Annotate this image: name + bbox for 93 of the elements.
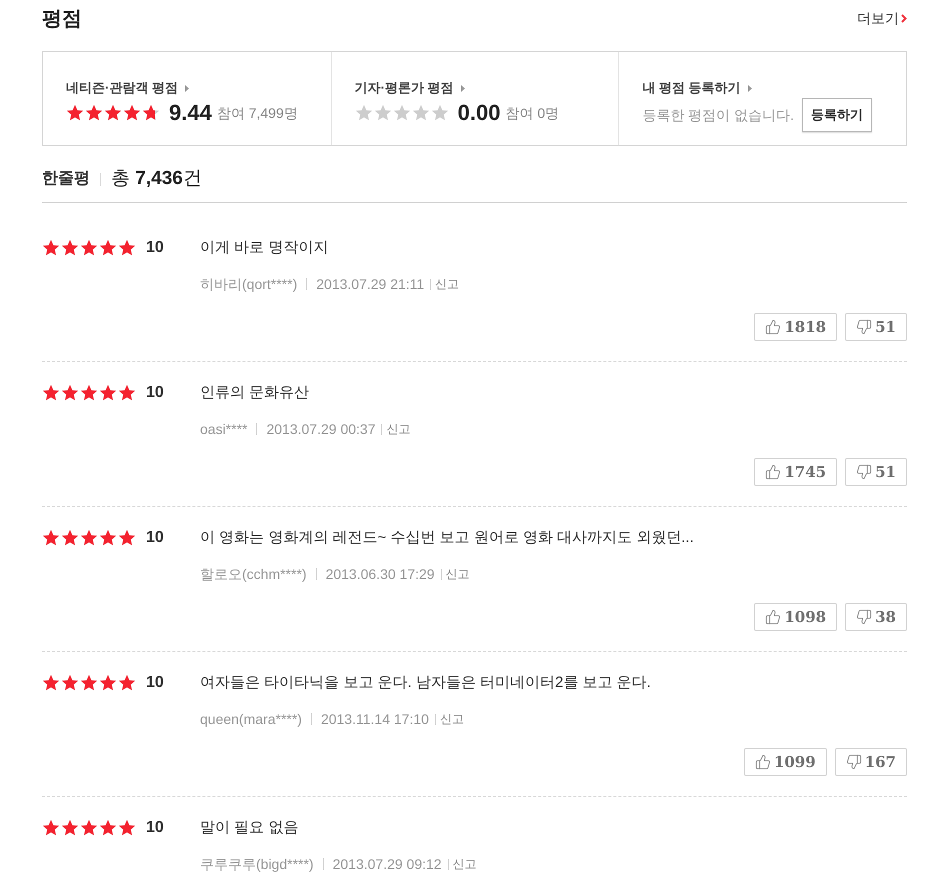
review-score: 10: [146, 818, 164, 838]
review-score: 10: [146, 383, 164, 403]
star-icon: [42, 384, 60, 402]
review-date: 2013.07.29 00:37: [266, 420, 376, 438]
star-icon: [118, 529, 136, 547]
review-date: 2013.11.14 17:10: [320, 710, 429, 728]
star-icon: [123, 104, 141, 122]
star-icon: [61, 674, 79, 692]
review-score: 10: [146, 673, 164, 693]
review-author: queen(mara****): [200, 710, 302, 729]
rating-score: 9.44: [169, 100, 212, 126]
star-icon: [42, 819, 60, 837]
star-icon: [99, 529, 117, 547]
rating-category-link[interactable]: 네티즌·관람객 평점: [66, 79, 189, 97]
register-rating-link[interactable]: 내 평점 등록하기: [642, 79, 752, 97]
review-text: 인류의 문화유산: [200, 383, 310, 403]
star-icon: [118, 674, 136, 692]
star-icon: [354, 104, 373, 122]
review-author: 쿠루쿠루(bigd****): [200, 854, 314, 874]
report-link[interactable]: 신고: [452, 855, 477, 873]
like-button[interactable]: 1745: [754, 458, 838, 486]
star-icon: [42, 529, 60, 547]
star-icon: [99, 674, 117, 692]
star-icon: [80, 384, 98, 402]
star-icon: [99, 384, 117, 402]
star-icon: [104, 104, 122, 122]
star-icon: [61, 529, 79, 547]
dislike-button[interactable]: 167: [834, 748, 907, 776]
review-author: oasi****: [200, 420, 248, 438]
star-icon: [99, 239, 117, 257]
star-icon: [80, 529, 98, 547]
rating-score: 0.00: [458, 100, 500, 126]
star-icon: [99, 819, 117, 837]
thumbs-down-icon: [856, 319, 872, 335]
caret-icon: [460, 84, 465, 92]
star-icon: [85, 104, 103, 122]
participant-count: 참여 0명: [505, 104, 560, 122]
like-button[interactable]: 1099: [744, 748, 827, 776]
dislike-button[interactable]: 51: [845, 458, 907, 486]
star-icon: [80, 239, 98, 257]
like-button[interactable]: 1098: [754, 603, 838, 631]
caret-icon: [184, 84, 189, 92]
review-score: 10: [146, 528, 164, 548]
thumbs-up-icon: [754, 754, 771, 770]
report-link[interactable]: 신고: [446, 565, 470, 583]
review-text: 이게 바로 명작이지: [200, 238, 328, 258]
star-icon: [118, 384, 136, 402]
review-date: 2013.06.30 17:29: [326, 564, 435, 584]
caret-icon: [748, 84, 752, 92]
no-rating-message: 등록한 평점이 없습니다.: [642, 106, 794, 124]
star-icon: [42, 674, 60, 692]
star-icon: [66, 104, 84, 122]
star-icon: [61, 384, 79, 402]
star-icon: [392, 104, 411, 122]
thumbs-up-icon: [765, 319, 782, 335]
rating-category-link[interactable]: 기자·평론가 평점: [354, 79, 465, 97]
participant-count: 참여 7,499명: [216, 104, 298, 122]
register-button[interactable]: 등록하기: [802, 98, 872, 132]
star-icon: [374, 104, 392, 122]
thumbs-up-icon: [765, 609, 782, 625]
reviews-title: 한줄평: [42, 169, 90, 189]
review-score: 10: [146, 238, 164, 258]
review-text: 말이 필요 없음: [200, 818, 298, 838]
thumbs-down-icon: [846, 754, 862, 770]
review-date: 2013.07.29 21:11: [316, 274, 424, 294]
star-icon: [412, 104, 430, 122]
dislike-button[interactable]: 38: [845, 603, 907, 631]
section-title: 평점: [42, 6, 82, 32]
star-icon: [80, 819, 98, 837]
report-link[interactable]: 신고: [435, 275, 460, 293]
review-total-count: 총 7,436건: [111, 166, 202, 191]
chevron-right-icon: [901, 14, 907, 23]
star-icon: [118, 239, 136, 257]
report-link[interactable]: 신고: [386, 420, 410, 438]
star-icon: [61, 239, 79, 257]
dislike-button[interactable]: 51: [845, 313, 907, 341]
more-link[interactable]: 더보기: [857, 8, 907, 29]
thumbs-down-icon: [856, 609, 872, 625]
like-button[interactable]: 1818: [754, 313, 838, 341]
thumbs-up-icon: [765, 464, 782, 480]
review-text: 이 영화는 영화계의 레전드~ 수십번 보고 원어로 영화 대사까지도 외웠던...: [200, 528, 694, 548]
review-date: 2013.07.29 09:12: [332, 854, 442, 874]
thumbs-down-icon: [856, 464, 872, 480]
star-icon: [61, 819, 79, 837]
star-icon: [42, 239, 60, 257]
review-author: 히바리(qort****): [200, 274, 298, 294]
review-text: 여자들은 타이타닉을 보고 운다. 남자들은 터미네이터2를 보고 운다.: [200, 673, 651, 693]
review-author: 할로오(cchm****): [200, 564, 307, 584]
star-icon: [118, 819, 136, 837]
star-icon: [142, 104, 160, 122]
star-icon: [80, 674, 98, 692]
star-icon: [430, 104, 449, 122]
report-link[interactable]: 신고: [440, 710, 464, 728]
